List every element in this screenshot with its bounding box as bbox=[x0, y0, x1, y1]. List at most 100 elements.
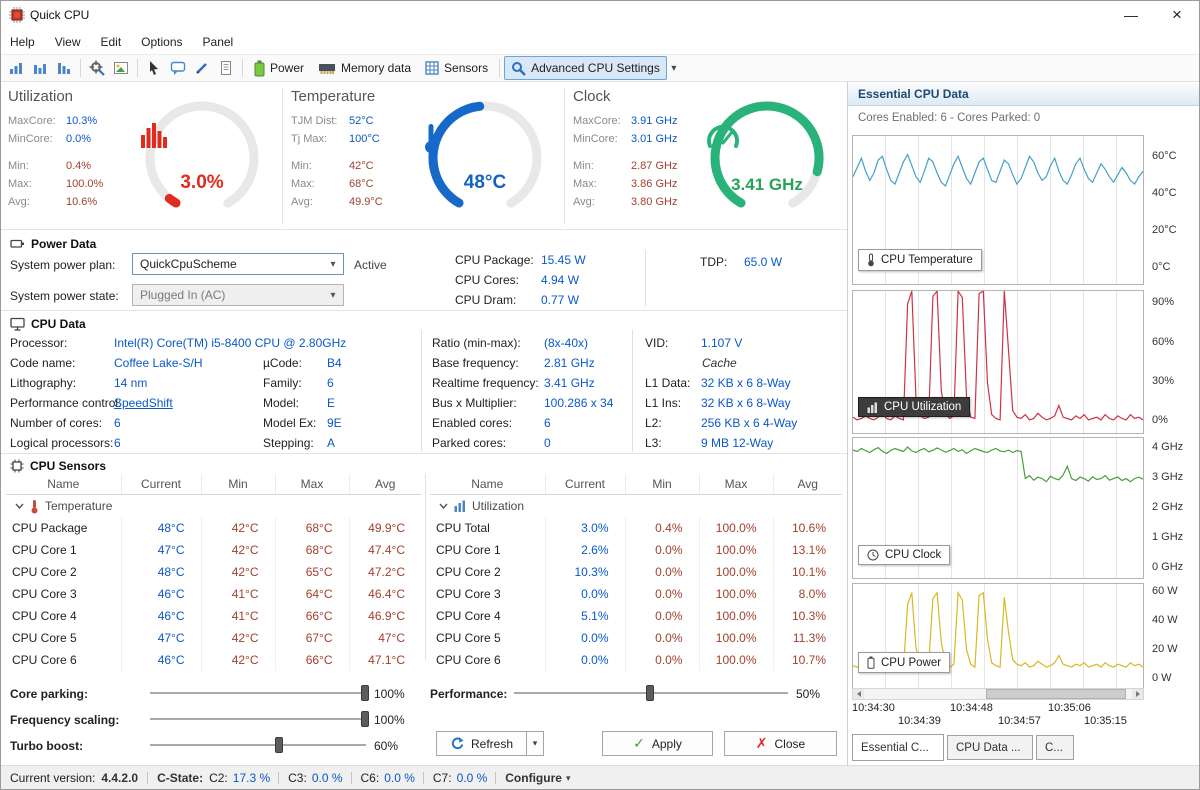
scroll-left-arrow[interactable] bbox=[853, 689, 864, 699]
tab-truncated[interactable]: C... bbox=[1036, 735, 1074, 760]
sensor-row[interactable]: CPU Package 48°C 42°C 68°C 49.9°C bbox=[6, 517, 421, 539]
system-power-state-select[interactable]: Plugged In (AC) ▾ bbox=[132, 284, 344, 306]
stat-row: Max:68°C bbox=[291, 175, 383, 193]
window-title: Quick CPU bbox=[30, 8, 89, 22]
sensor-row[interactable]: CPU Core 1 2.6% 0.0% 100.0% 13.1% bbox=[430, 539, 842, 561]
turbo-boost-slider[interactable] bbox=[150, 737, 366, 753]
cstate-value: 0.0 % bbox=[457, 771, 488, 785]
slider-thumb[interactable] bbox=[646, 685, 654, 701]
sensor-row[interactable]: CPU Core 2 48°C 42°C 65°C 47.2°C bbox=[6, 561, 421, 583]
stat-value: 100°C bbox=[349, 133, 380, 145]
chart-small-icon[interactable] bbox=[4, 57, 28, 79]
power-row-value: 0.77 W bbox=[541, 293, 579, 307]
configure-menu[interactable]: Configure ▾ bbox=[505, 771, 570, 785]
cpu-temperature-badge[interactable]: CPU Temperature bbox=[858, 249, 982, 271]
menu-item[interactable]: Edit bbox=[90, 30, 131, 54]
image-icon[interactable] bbox=[109, 57, 133, 79]
scrollbar-thumb[interactable] bbox=[986, 689, 1125, 699]
stat-row: Min:0.4% bbox=[8, 157, 103, 175]
cstate-item: C2: 17.3 % bbox=[209, 771, 282, 785]
close-button[interactable]: × bbox=[1154, 0, 1200, 30]
tab-cpu-data[interactable]: CPU Data ... bbox=[947, 735, 1033, 760]
sensor-row[interactable]: CPU Core 5 0.0% 0.0% 100.0% 11.3% bbox=[430, 627, 842, 649]
system-power-plan-select[interactable]: QuickCpuScheme ▾ bbox=[132, 253, 344, 275]
stat-value: 42°C bbox=[349, 160, 374, 172]
power-button[interactable]: Power bbox=[247, 57, 311, 79]
stat-label: Min: bbox=[291, 157, 349, 175]
cpu-data-row: Bus x Multiplier:100.286 x 34 bbox=[432, 393, 613, 413]
tab-essential-cpu-data[interactable]: Essential C... bbox=[852, 734, 944, 761]
toolbar-separator bbox=[137, 59, 138, 77]
sensor-row[interactable]: CPU Total 3.0% 0.4% 100.0% 10.6% bbox=[430, 517, 842, 539]
stat-label: Avg: bbox=[291, 193, 349, 211]
chevron-down-icon bbox=[15, 503, 24, 509]
performance-slider[interactable] bbox=[514, 685, 788, 701]
chat-icon[interactable] bbox=[166, 57, 190, 79]
gear-search-icon[interactable] bbox=[85, 57, 109, 79]
stat-value: 2.87 GHz bbox=[631, 160, 677, 172]
slider-thumb[interactable] bbox=[361, 685, 369, 701]
stat-value: 100.0% bbox=[66, 178, 103, 190]
cpu-utilization-badge[interactable]: CPU Utilization bbox=[858, 397, 970, 417]
stat-row: Min:2.87 GHz bbox=[573, 157, 677, 175]
clock-axis-labels: 4 GHz3 GHz2 GHz1 GHz0 GHz bbox=[1148, 437, 1198, 577]
chart-large-icon[interactable] bbox=[52, 57, 76, 79]
utilization-group-header[interactable]: Utilization bbox=[431, 499, 841, 513]
cstate-name: C2: bbox=[209, 771, 228, 785]
frequency-scaling-slider[interactable] bbox=[150, 711, 366, 727]
toolbar-separator bbox=[499, 59, 500, 77]
pen-icon[interactable] bbox=[190, 57, 214, 79]
system-power-state-value: Plugged In (AC) bbox=[140, 288, 225, 302]
sensor-row[interactable]: CPU Core 2 10.3% 0.0% 100.0% 10.1% bbox=[430, 561, 842, 583]
temperature-group-header[interactable]: Temperature bbox=[7, 499, 420, 514]
stat-value: 68°C bbox=[349, 178, 374, 190]
refresh-button[interactable]: Refresh bbox=[436, 731, 527, 756]
menu-item[interactable]: Help bbox=[0, 30, 45, 54]
time-label: 10:34:48 bbox=[950, 702, 993, 714]
refresh-dropdown-button[interactable]: ▾ bbox=[526, 731, 544, 756]
menu-item[interactable]: Options bbox=[131, 30, 192, 54]
document-icon[interactable] bbox=[214, 57, 238, 79]
close-action-button[interactable]: ✗ Close bbox=[724, 731, 837, 756]
power-data-header: Power Data bbox=[10, 236, 96, 251]
sensor-row[interactable]: CPU Core 5 47°C 42°C 67°C 47°C bbox=[6, 627, 421, 649]
cpu-clock-badge[interactable]: CPU Clock bbox=[858, 545, 950, 565]
stat-row: Tj Max:100°C bbox=[291, 130, 383, 148]
cache-row: L3:9 MB 12-Way bbox=[645, 433, 797, 453]
stat-value: 49.9°C bbox=[349, 196, 383, 208]
apply-button[interactable]: ✓ Apply bbox=[602, 731, 713, 756]
sensor-row[interactable]: CPU Core 1 47°C 42°C 68°C 47.4°C bbox=[6, 539, 421, 561]
cstate-name: C7: bbox=[433, 771, 452, 785]
stat-row: Avg:10.6% bbox=[8, 193, 103, 211]
version-label: Current version: bbox=[10, 771, 95, 785]
sensor-row[interactable]: CPU Core 6 0.0% 0.0% 100.0% 10.7% bbox=[430, 649, 842, 671]
sensor-row[interactable]: CPU Core 4 5.1% 0.0% 100.0% 10.3% bbox=[430, 605, 842, 627]
speedshift-link[interactable]: SpeedShift bbox=[114, 396, 173, 410]
sensors-button[interactable]: Sensors bbox=[418, 57, 495, 79]
stat-value: 52°C bbox=[349, 115, 374, 127]
status-separator bbox=[147, 772, 148, 784]
slider-thumb[interactable] bbox=[361, 711, 369, 727]
slider-thumb[interactable] bbox=[275, 737, 283, 753]
statusbar: Current version: 4.4.2.0 C-State: C2: 17… bbox=[0, 765, 1200, 790]
cursor-icon[interactable] bbox=[142, 57, 166, 79]
scroll-right-arrow[interactable] bbox=[1132, 689, 1143, 699]
sensor-row[interactable]: CPU Core 4 46°C 41°C 66°C 46.9°C bbox=[6, 605, 421, 627]
core-parking-slider[interactable] bbox=[150, 685, 366, 701]
advanced-dropdown-arrow[interactable]: ▾ bbox=[667, 57, 681, 79]
menu-item[interactable]: View bbox=[45, 30, 91, 54]
advanced-cpu-settings-button[interactable]: Advanced CPU Settings bbox=[504, 56, 667, 80]
sensors-label: Sensors bbox=[444, 61, 488, 75]
sensor-row[interactable]: CPU Core 3 46°C 41°C 64°C 46.4°C bbox=[6, 583, 421, 605]
chart-horizontal-scrollbar[interactable] bbox=[852, 688, 1144, 700]
memory-data-button[interactable]: Memory data bbox=[311, 57, 418, 79]
cpu-power-badge[interactable]: CPU Power bbox=[858, 652, 950, 673]
stat-value: 10.6% bbox=[66, 196, 97, 208]
sensor-row[interactable]: CPU Core 6 46°C 42°C 66°C 47.1°C bbox=[6, 649, 421, 671]
menu-item[interactable]: Panel bbox=[193, 30, 244, 54]
section-divider bbox=[421, 330, 422, 452]
chart-medium-icon[interactable] bbox=[28, 57, 52, 79]
cpu-data-row: Ratio (min-max):(8x-40x) bbox=[432, 333, 613, 353]
sensor-row[interactable]: CPU Core 3 0.0% 0.0% 100.0% 8.0% bbox=[430, 583, 842, 605]
minimize-button[interactable]: — bbox=[1108, 0, 1154, 30]
